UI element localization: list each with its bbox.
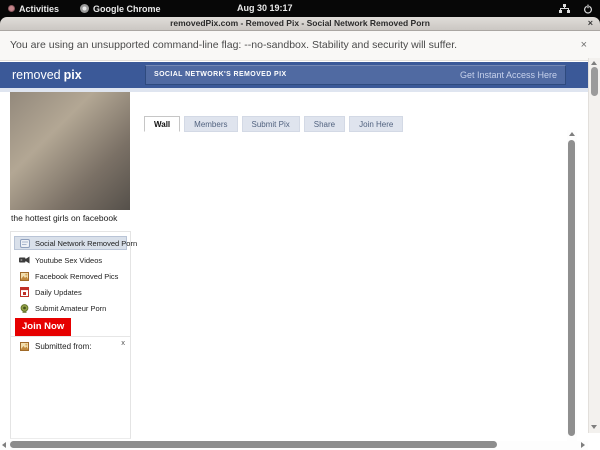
outer-vertical-scrollbar-thumb[interactable] [591, 67, 598, 96]
sidebar-item-social-network-removed-porn[interactable]: Social Network Removed Porn [14, 236, 137, 250]
scroll-right-arrow-icon[interactable] [581, 442, 585, 448]
submitted-from-row: Submitted from: [11, 337, 130, 355]
site-header: removed pix SOCIAL NETWORK'S REMOVED PIX … [0, 62, 588, 88]
system-tray [559, 0, 593, 17]
get-access-link[interactable]: Get Instant Access Here [460, 66, 557, 84]
activities-label: Activities [19, 3, 60, 14]
inner-vertical-scrollbar[interactable] [567, 130, 577, 448]
submitted-from-label: Submitted from: [35, 341, 92, 351]
tab-share[interactable]: Share [303, 116, 346, 132]
gnome-top-bar: Activities Google Chrome Aug 30 19:17 [0, 0, 600, 17]
sidebar-item-submit-amateur-porn[interactable]: Submit Amateur Porn [11, 300, 130, 316]
sidebar-item-label: Social Network Removed Porn [35, 238, 138, 248]
chrome-icon [80, 4, 89, 13]
power-icon[interactable] [583, 3, 593, 14]
sidebar-menu: Social Network Removed Porn Youtube Sex … [10, 231, 137, 439]
photo-icon [19, 271, 30, 281]
sidebar-item-label: Daily Updates [35, 287, 82, 297]
window-titlebar: removedPix.com - Removed Pix - Social Ne… [0, 17, 600, 31]
sidebar-item-daily-updates[interactable]: Daily Updates [11, 284, 130, 300]
tab-join-here[interactable]: Join Here [349, 116, 404, 132]
submitted-close-button[interactable]: x [121, 339, 125, 347]
site-logo[interactable]: removed pix [12, 62, 82, 88]
warning-message: You are using an unsupported command-lin… [10, 39, 458, 51]
wall-tabs: Wall Members Submit Pix Share Join Here [144, 116, 404, 132]
sidebar-item-youtube-sex-videos[interactable]: Youtube Sex Videos [11, 252, 130, 268]
app-menu-google-chrome[interactable]: Google Chrome [80, 0, 161, 17]
calendar-icon [19, 287, 30, 297]
inner-horizontal-scrollbar[interactable] [0, 441, 588, 450]
site-logo-word2: pix [63, 68, 82, 82]
network-icon[interactable] [559, 3, 570, 14]
sidebar-item-facebook-removed-pics[interactable]: Facebook Removed Pics [11, 268, 130, 284]
scroll-down-arrow-icon[interactable] [591, 425, 597, 429]
scroll-left-arrow-icon[interactable] [2, 442, 6, 448]
profile-photo-placeholder [10, 92, 130, 210]
activities-button[interactable]: Activities [8, 0, 59, 17]
desktop-screen: Activities Google Chrome Aug 30 19:17 re… [0, 0, 600, 450]
activities-indicator-icon [8, 5, 15, 12]
photo-icon [19, 341, 30, 351]
site-logo-word1: removed [12, 68, 61, 82]
sidebar-item-label: Submit Amateur Porn [35, 303, 107, 313]
warning-close-button[interactable]: × [581, 31, 587, 59]
app-menu-label: Google Chrome [93, 3, 161, 14]
window-close-button[interactable]: × [588, 17, 593, 30]
join-now-button[interactable]: Join Now [15, 318, 72, 336]
window-title: removedPix.com - Removed Pix - Social Ne… [170, 18, 430, 28]
outer-vertical-scrollbar[interactable] [588, 58, 600, 433]
titlebar-backdrop: removedPix.com - Removed Pix - Social Ne… [0, 17, 600, 31]
tab-wall[interactable]: Wall [144, 116, 181, 132]
tab-members[interactable]: Members [184, 116, 238, 132]
photo-caption: the hottest girls on facebook [11, 213, 118, 223]
scroll-up-arrow-icon[interactable] [569, 132, 575, 136]
banner-title: SOCIAL NETWORK'S REMOVED PIX [154, 71, 287, 78]
wall-post-icon [19, 238, 30, 248]
video-camera-icon [19, 256, 30, 264]
scroll-up-arrow-icon[interactable] [591, 61, 597, 65]
sidebar-item-label: Facebook Removed Pics [35, 271, 119, 281]
tab-submit-pix[interactable]: Submit Pix [241, 116, 300, 132]
inner-vertical-scrollbar-thumb[interactable] [568, 140, 575, 436]
clock[interactable]: Aug 30 19:17 [237, 0, 293, 17]
inner-horizontal-scrollbar-thumb[interactable] [10, 441, 497, 448]
header-banner: SOCIAL NETWORK'S REMOVED PIX Get Instant… [145, 65, 566, 85]
webcam-icon [19, 303, 30, 313]
sidebar-item-label: Youtube Sex Videos [35, 255, 103, 265]
chrome-warning-bar: You are using an unsupported command-lin… [0, 31, 600, 61]
